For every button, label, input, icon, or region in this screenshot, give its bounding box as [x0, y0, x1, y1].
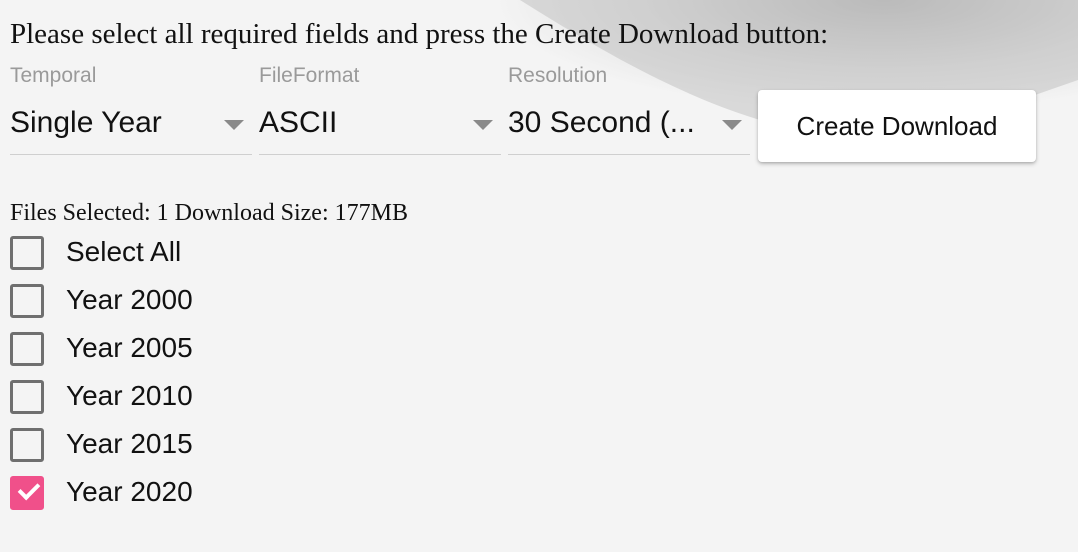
- temporal-field: Temporal Single Year: [10, 64, 252, 156]
- checkbox[interactable]: [10, 236, 44, 270]
- year-label: Year 2020: [66, 476, 193, 507]
- fileformat-label: FileFormat: [259, 64, 360, 87]
- year-checklist: Select All Year 2000 Year 2005 Year 2010…: [10, 234, 410, 522]
- chevron-down-icon[interactable]: [473, 120, 493, 130]
- fileformat-field: FileFormat ASCII: [259, 64, 501, 156]
- year-option[interactable]: Year 2020: [10, 474, 410, 522]
- year-label: Year 2005: [66, 332, 193, 363]
- checkbox[interactable]: [10, 428, 44, 462]
- temporal-select[interactable]: Single Year: [10, 104, 252, 155]
- resolution-label: Resolution: [508, 64, 608, 87]
- checkbox[interactable]: [10, 284, 44, 318]
- selection-summary: Files Selected: 1 Download Size: 177MB: [10, 200, 414, 227]
- download-form: Please select all required fields and pr…: [0, 0, 1078, 552]
- year-label: Year 2015: [66, 428, 193, 459]
- temporal-value: Single Year: [10, 106, 162, 139]
- temporal-label: Temporal: [10, 64, 97, 87]
- checkmark-icon: [17, 477, 41, 501]
- year-label: Year 2010: [66, 380, 193, 411]
- resolution-value: 30 Second (...: [508, 106, 695, 139]
- select-all-option[interactable]: Select All: [10, 234, 410, 282]
- year-option[interactable]: Year 2000: [10, 282, 410, 330]
- year-option[interactable]: Year 2010: [10, 378, 410, 426]
- chevron-down-icon[interactable]: [722, 120, 742, 130]
- fileformat-value: ASCII: [259, 106, 338, 139]
- year-option[interactable]: Year 2015: [10, 426, 410, 474]
- checkbox[interactable]: [10, 476, 44, 510]
- resolution-field: Resolution 30 Second (...: [508, 64, 750, 156]
- instructions-text: Please select all required fields and pr…: [10, 18, 829, 50]
- checkbox[interactable]: [10, 380, 44, 414]
- year-label: Year 2000: [66, 284, 193, 315]
- create-download-button[interactable]: Create Download: [758, 90, 1036, 162]
- download-size-text: Download Size: 177MB: [174, 200, 408, 226]
- year-option[interactable]: Year 2005: [10, 330, 410, 378]
- files-selected-text: Files Selected: 1: [10, 200, 169, 226]
- checkbox[interactable]: [10, 332, 44, 366]
- fileformat-select[interactable]: ASCII: [259, 104, 501, 155]
- select-all-label: Select All: [66, 236, 182, 267]
- resolution-select[interactable]: 30 Second (...: [508, 104, 750, 155]
- chevron-down-icon[interactable]: [224, 120, 244, 130]
